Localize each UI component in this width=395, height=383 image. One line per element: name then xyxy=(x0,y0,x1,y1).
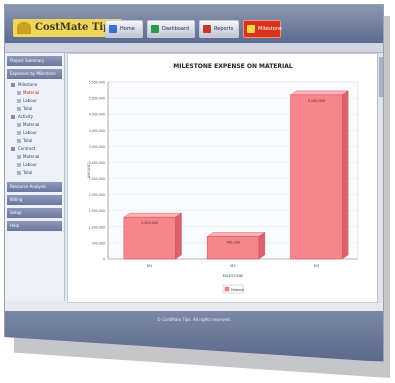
document-icon xyxy=(17,123,21,127)
y-axis-label: AMOUNT xyxy=(87,162,91,178)
y-tick-label: 2,000,000 xyxy=(89,193,105,197)
document-icon xyxy=(17,155,21,159)
y-tick-label: 3,500,000 xyxy=(89,145,105,149)
bar-top xyxy=(206,232,266,237)
bar-value-label: 1,300,000 xyxy=(141,221,158,225)
legend-swatch xyxy=(224,286,230,292)
nav-button-reports[interactable]: Reports xyxy=(199,20,239,38)
document-icon xyxy=(17,107,21,111)
sidebar-tree-label: Labour xyxy=(23,162,37,167)
folder-icon xyxy=(11,83,15,87)
report-icon xyxy=(203,25,211,33)
y-tick-label: 2,500,000 xyxy=(89,177,105,181)
logo-text: CostMate Tips xyxy=(35,22,116,33)
sidebar-tree-label: Material xyxy=(23,90,40,95)
sidebar-tree-label: Material xyxy=(23,154,40,159)
nav-button-dashboard[interactable]: Dashboard xyxy=(147,20,195,38)
scrollbar-thumb[interactable] xyxy=(379,57,383,97)
sidebar-section-project-summary[interactable]: Project Summary xyxy=(7,56,62,66)
y-tick-label: 5,000,000 xyxy=(89,97,105,101)
home-icon xyxy=(109,25,117,33)
y-tick-label: 500,000 xyxy=(92,241,105,245)
sidebar-tree: Milestone Material Labour Total Activity Mate… xyxy=(5,79,64,179)
sidebar-tree-item[interactable]: Activity xyxy=(9,113,62,121)
nav-button-label: Milestone xyxy=(258,26,283,32)
dashboard-icon xyxy=(151,25,159,33)
y-tick-label: 1,500,000 xyxy=(89,209,105,213)
y-tick-label: 0 xyxy=(103,258,105,262)
sidebar-section-billing[interactable]: Billing xyxy=(7,195,62,205)
document-icon xyxy=(17,171,21,175)
sub-header-strip xyxy=(5,43,383,53)
screenshot-stage: CostMate Tips Home Dashboard Reports Milest… xyxy=(0,0,395,383)
y-tick-label: 4,000,000 xyxy=(89,129,105,133)
sidebar-tree-item[interactable]: Total xyxy=(9,137,62,145)
document-icon xyxy=(17,163,21,167)
bar-top xyxy=(289,90,349,96)
chart-panel: MILESTONE EXPENSE ON MATERIAL 0 500,000 1,0… xyxy=(67,53,383,303)
nav-button-milestone[interactable]: Milestone xyxy=(243,20,283,38)
bar-side xyxy=(341,90,349,260)
sidebar-tree-label: Milestone xyxy=(18,82,38,87)
sidebar-section-resource-analysis[interactable]: Resource Analysis xyxy=(7,182,62,192)
sidebar-tree-label: Material xyxy=(23,122,40,127)
y-tick-label: 4,500,000 xyxy=(89,113,105,117)
y-tick-label: 3,000,000 xyxy=(89,161,105,165)
sidebar-tree-item[interactable]: Total xyxy=(9,169,62,177)
bar-side xyxy=(258,232,266,260)
sidebar-tree-item[interactable]: Labour xyxy=(9,129,62,137)
sidebar-tree-label: Total xyxy=(23,106,33,111)
bar-side xyxy=(175,212,182,260)
sidebar-tree-label: Total xyxy=(23,138,33,143)
sidebar-tree-label: Total xyxy=(23,170,33,175)
x-tick-label: M2 xyxy=(230,264,235,268)
document-icon xyxy=(17,139,21,143)
nav-button-label: Home xyxy=(120,26,135,32)
bar-top xyxy=(123,212,183,218)
sidebar-tree-item[interactable]: Milestone xyxy=(9,81,62,89)
folder-icon xyxy=(11,115,15,119)
footer-text: © CostMate Tips. All rights reserved. xyxy=(157,317,231,322)
sidebar-tree-label: Activity xyxy=(18,114,33,119)
sidebar-tree-label: Labour xyxy=(23,98,37,103)
sidebar-tree-item[interactable]: Material xyxy=(9,89,62,97)
bar-chart: MILESTONE EXPENSE ON MATERIAL 0 500,000 1,0… xyxy=(87,63,359,294)
document-icon xyxy=(17,99,21,103)
y-tick-label: 1,000,000 xyxy=(89,225,105,229)
logo-icon xyxy=(17,22,31,34)
nav-button-label: Dashboard xyxy=(162,26,190,32)
x-tick-label: M3 xyxy=(314,264,319,268)
sidebar-tree-item[interactable]: Contract xyxy=(9,145,62,153)
sidebar: Project Summary Expenses by Milestone Mi… xyxy=(5,53,65,301)
document-icon xyxy=(17,91,21,95)
sidebar-section-expenses[interactable]: Expenses by Milestone xyxy=(7,69,62,79)
sidebar-section-help[interactable]: Help xyxy=(7,221,62,231)
sidebar-section-setup[interactable]: Setup xyxy=(7,208,62,218)
x-tick-label: M1 xyxy=(147,264,152,268)
folder-icon xyxy=(11,147,15,151)
sidebar-tree-item[interactable]: Labour xyxy=(9,97,62,105)
chart-title: MILESTONE EXPENSE ON MATERIAL xyxy=(173,63,293,70)
bar-value-label: 700,000 xyxy=(226,240,240,244)
legend-label: Material xyxy=(231,288,244,292)
document-icon xyxy=(17,131,21,135)
nav-button-home[interactable]: Home xyxy=(105,20,143,38)
bar xyxy=(290,94,343,260)
nav-button-label: Reports xyxy=(214,26,234,32)
chart-icon xyxy=(247,25,255,33)
app-header: CostMate Tips Home Dashboard Reports Milest… xyxy=(5,5,383,43)
sidebar-tree-item[interactable]: Labour xyxy=(9,161,62,169)
y-tick-label: 5,500,000 xyxy=(89,81,105,85)
sidebar-tree-item[interactable]: Material xyxy=(9,153,62,161)
bar-value-label: 5,100,000 xyxy=(308,99,325,103)
sidebar-tree-label: Labour xyxy=(23,130,37,135)
sidebar-tree-item[interactable]: Total xyxy=(9,105,62,113)
sidebar-tree-label: Contract xyxy=(18,146,36,151)
app-window: CostMate Tips Home Dashboard Reports Milest… xyxy=(4,4,384,362)
sidebar-tree-item[interactable]: Material xyxy=(9,121,62,129)
x-axis-label: MILESTONE xyxy=(223,274,244,278)
vertical-scrollbar[interactable] xyxy=(377,53,383,303)
